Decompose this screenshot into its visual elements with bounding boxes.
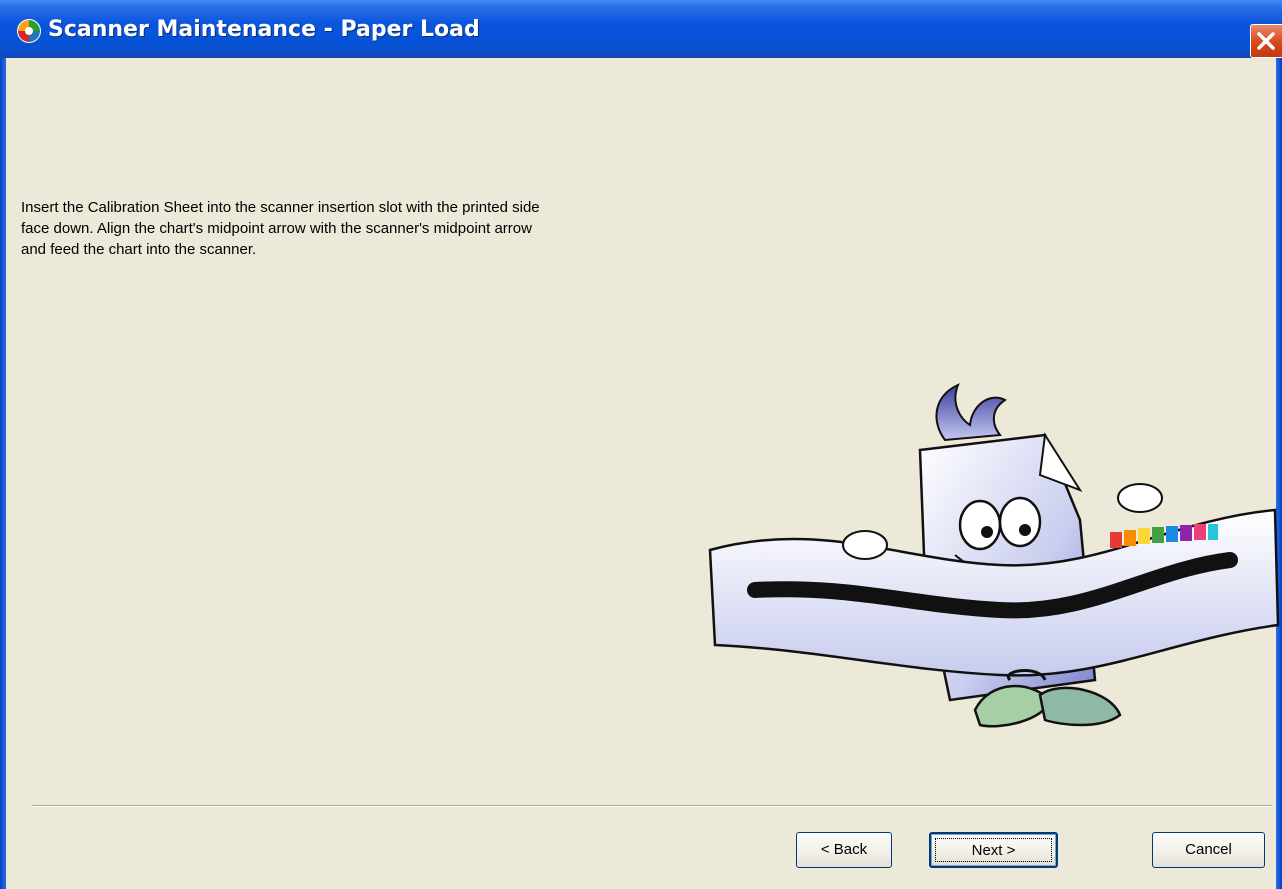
cancel-button[interactable]: Cancel [1152, 832, 1265, 868]
title-bar[interactable]: Scanner Maintenance - Paper Load [0, 0, 1282, 58]
paper-mascot-illustration [708, 383, 1280, 728]
instructions-line-2: face down. Align the chart's midpoint ar… [21, 220, 532, 237]
close-button[interactable] [1250, 24, 1282, 58]
focus-rectangle [935, 838, 1052, 862]
cancel-button-label: Cancel [1185, 841, 1232, 858]
instructions-line-3: and feed the chart into the scanner. [21, 241, 257, 258]
scanner-app-icon [17, 19, 41, 43]
next-button[interactable]: Next > [929, 832, 1058, 868]
instructions-line-1: Insert the Calibration Sheet into the sc… [21, 199, 540, 216]
window-border-left [0, 58, 6, 889]
instructions-text: Insert the Calibration Sheet into the sc… [21, 197, 721, 260]
dialog-window: Scanner Maintenance - Paper Load Insert … [0, 0, 1282, 889]
close-icon [1257, 32, 1275, 50]
back-button[interactable]: < Back [796, 832, 892, 868]
back-button-label: < Back [820, 841, 868, 858]
button-divider [32, 805, 1272, 807]
window-title: Scanner Maintenance - Paper Load [48, 17, 480, 42]
